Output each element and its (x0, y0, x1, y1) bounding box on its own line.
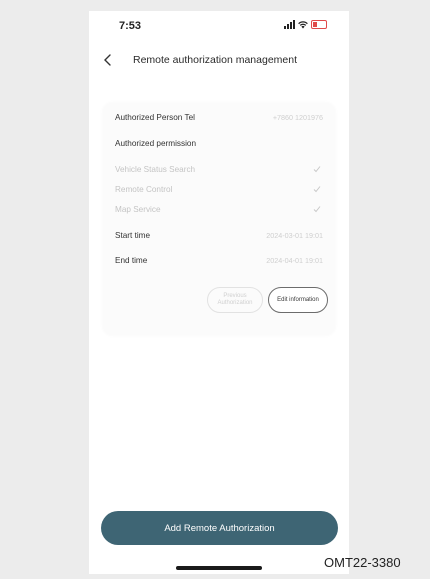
edit-information-button[interactable]: Edit information (268, 287, 328, 313)
signal-icon (284, 20, 295, 29)
permission-item: Map Service (103, 205, 335, 219)
permission-label: Map Service (115, 205, 161, 214)
checkmark-icon (313, 166, 321, 173)
add-remote-authorization-button[interactable]: Add Remote Authorization (101, 511, 338, 545)
authorized-person-value: +7860 1201976 (272, 113, 323, 122)
status-icons (284, 20, 327, 29)
phone-screen: 7:53 Remote authorization management Aut… (89, 11, 349, 574)
permission-item: Vehicle Status Search (103, 165, 335, 179)
permission-header-row: Authorized permission (103, 139, 335, 153)
wifi-icon (298, 21, 308, 29)
battery-icon (311, 20, 327, 29)
authorization-card: Authorized Person Tel +7860 1201976 Auth… (103, 103, 335, 335)
permission-label: Vehicle Status Search (115, 165, 196, 174)
checkmark-icon (313, 206, 321, 213)
home-indicator (176, 566, 262, 570)
start-time-row: Start time 2024-03-01 19:01 (103, 231, 335, 245)
permission-item: Remote Control (103, 185, 335, 199)
end-time-label: End time (115, 256, 148, 265)
end-time-value: 2024-04-01 19:01 (266, 256, 323, 265)
nav-bar: Remote authorization management (89, 51, 349, 73)
end-time-row: End time 2024-04-01 19:01 (103, 256, 335, 270)
start-time-value: 2024-03-01 19:01 (266, 231, 323, 240)
previous-authorization-button[interactable]: Previous Authorization (207, 287, 263, 313)
page-title: Remote authorization management (133, 54, 298, 66)
status-bar: 7:53 (89, 11, 349, 39)
authorized-person-row: Authorized Person Tel +7860 1201976 (103, 113, 335, 127)
back-arrow-icon[interactable] (99, 51, 117, 69)
permission-header: Authorized permission (115, 139, 197, 148)
permission-label: Remote Control (115, 185, 173, 194)
reference-code: OMT22-3380 (324, 555, 401, 570)
checkmark-icon (313, 186, 321, 193)
authorized-person-label: Authorized Person Tel (115, 113, 195, 122)
status-time: 7:53 (119, 20, 142, 32)
start-time-label: Start time (115, 231, 151, 240)
